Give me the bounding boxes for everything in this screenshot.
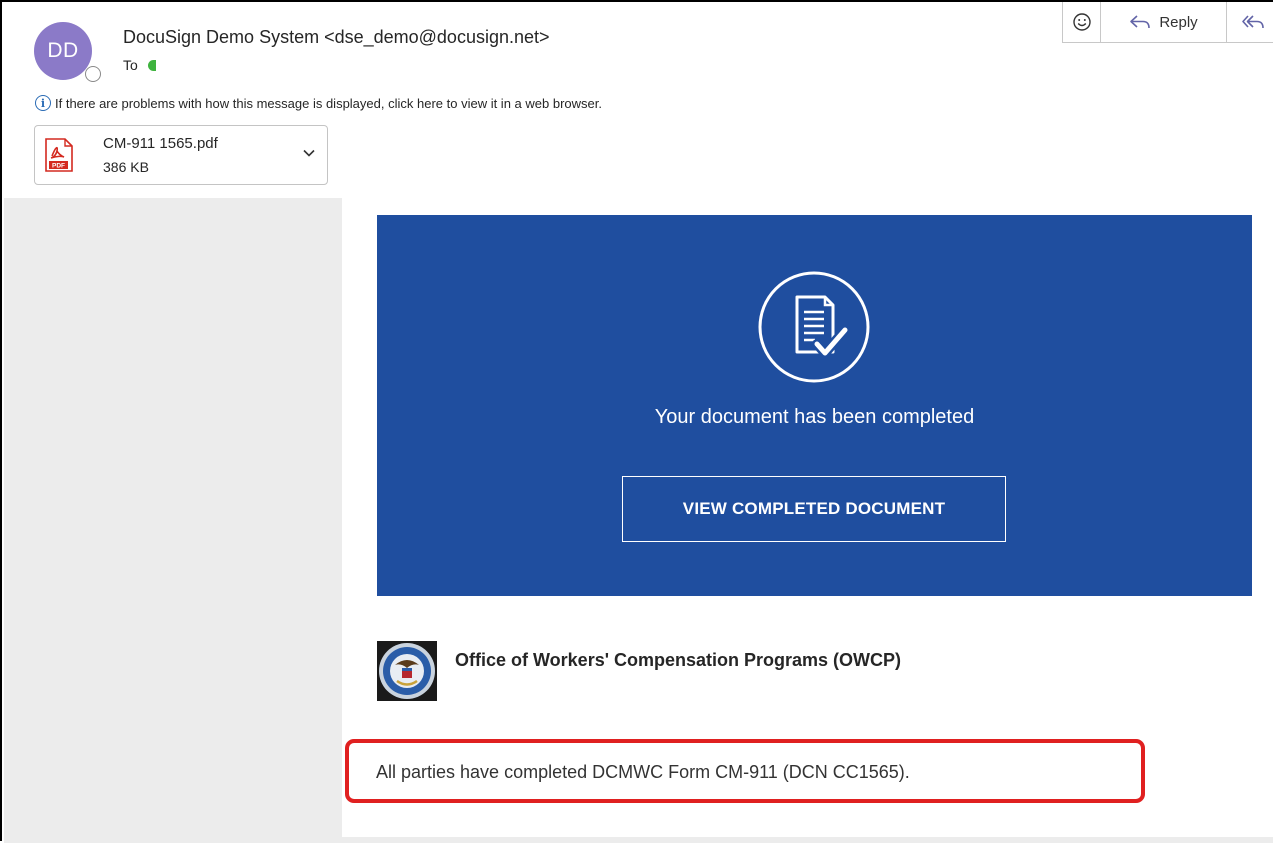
reply-button[interactable]: Reply [1101,2,1227,42]
completion-message: Your document has been completed [654,406,975,428]
reply-all-button[interactable] [1227,2,1273,42]
pdf-icon-label: PDF [52,163,65,170]
reply-all-arrow-icon [1242,15,1264,29]
display-problem-infobar[interactable]: i If there are problems with how this me… [35,95,602,111]
reply-label: Reply [1159,13,1198,31]
attachment-card[interactable]: PDF CM-911 1565.pdf 386 KB [34,125,328,185]
info-icon: i [35,95,51,111]
avatar-initials: DD [47,39,79,62]
message-actions-toolbar: Reply [1062,2,1273,43]
presence-status-icon [85,66,101,82]
completion-details-text: All parties have completed DCMWC Form CM… [376,762,910,782]
dol-seal-icon [377,641,437,701]
document-check-icon [758,271,870,383]
sender-avatar[interactable]: DD [34,22,92,80]
recipient-line: To [123,57,156,73]
smiley-icon [1072,13,1091,31]
view-completed-document-button[interactable]: VIEW COMPLETED DOCUMENT [622,476,1006,542]
sender-name[interactable]: DocuSign Demo System <dse_demo@docusign.… [123,27,550,48]
attachment-size: 386 KB [103,159,149,175]
chevron-down-icon[interactable] [302,148,316,158]
reactions-button[interactable] [1063,2,1101,42]
organization-name: Office of Workers' Compensation Programs… [455,650,902,670]
email-reading-pane: DD DocuSign Demo System <dse_demo@docusi… [0,0,1273,843]
recipient-presence-icon[interactable] [147,59,156,71]
attachment-name: CM-911 1565.pdf [103,135,218,152]
to-label: To [123,57,138,73]
reply-arrow-icon [1130,15,1151,29]
infobar-text: If there are problems with how this mess… [55,95,602,111]
pdf-file-icon: PDF [45,138,73,172]
